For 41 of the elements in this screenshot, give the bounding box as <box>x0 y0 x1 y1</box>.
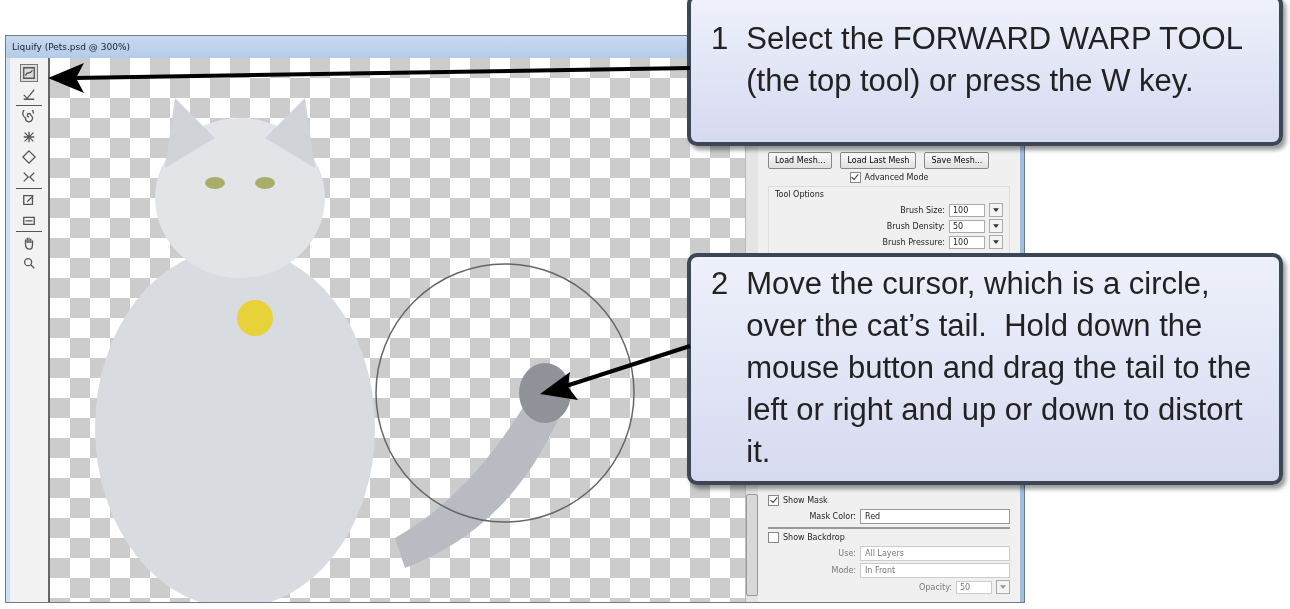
mesh-button[interactable]: Load Mesh... <box>768 152 833 169</box>
mesh-button[interactable]: Save Mesh... <box>924 152 990 169</box>
checkbox[interactable] <box>768 532 779 543</box>
field-label: Opacity: <box>919 582 952 592</box>
number-field[interactable]: 100 <box>949 235 985 249</box>
dropdown-button[interactable] <box>989 235 1003 249</box>
warp-icon[interactable] <box>20 64 38 82</box>
show-backdrop-label: Show Backdrop <box>783 533 845 542</box>
advanced-mode-label: Advanced Mode <box>864 173 929 182</box>
field-label: Mask Color: <box>809 512 856 521</box>
field-label: Brush Pressure: <box>882 237 945 247</box>
scroll-thumb[interactable] <box>746 494 758 596</box>
checkbox[interactable] <box>849 172 861 183</box>
mesh-button[interactable]: Load Last Mesh <box>840 152 917 169</box>
step-text: Select the FORWARD WARP TOOL (the top tool) or press the W key. <box>746 20 1243 100</box>
push-icon[interactable] <box>21 169 37 185</box>
checkbox[interactable] <box>768 495 779 506</box>
show-mask-label: Show Mask <box>783 496 828 505</box>
field-label: Mode: <box>831 566 856 575</box>
mask-color-select[interactable]: Red <box>860 509 1010 524</box>
caret-icon <box>993 240 999 244</box>
window-title: Liquify (Pets.psd @ 300%) <box>12 42 130 52</box>
zoom-icon[interactable] <box>21 255 37 271</box>
number-field[interactable]: 100 <box>949 203 985 217</box>
field-label: Brush Size: <box>900 205 945 215</box>
bloat-icon[interactable] <box>21 149 37 165</box>
number-field[interactable]: 50 <box>949 219 985 233</box>
caret-icon <box>993 224 999 228</box>
caret-icon <box>1000 585 1006 589</box>
dropdown-button[interactable] <box>989 219 1003 233</box>
caret-icon <box>993 208 999 212</box>
group-title: Tool Options <box>775 190 825 199</box>
check-brush-icon[interactable] <box>21 86 37 102</box>
pucker-icon[interactable] <box>21 129 37 145</box>
step-number: 2 <box>711 265 729 303</box>
dropdown-button[interactable] <box>989 203 1003 217</box>
step-text: Move the cursor, which is a circle, over the cat’s tail. Hold down the mouse button and drag the tail to the left or right and up or down to distort it. <box>746 265 1252 471</box>
swirl-icon[interactable] <box>21 109 37 125</box>
field-label: Use: <box>838 549 856 558</box>
step-number: 1 <box>711 20 729 58</box>
field-label: Brush Density: <box>886 221 945 231</box>
